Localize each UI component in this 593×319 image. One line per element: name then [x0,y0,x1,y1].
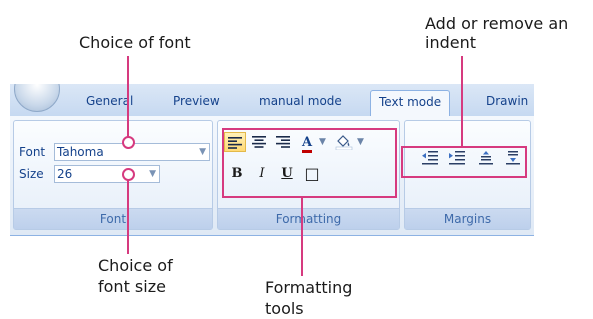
callout-marker-font [122,136,135,149]
ribbon-tab-bar: General Preview manual mode Text mode Dr… [10,84,534,117]
font-select-value: Tahoma [57,145,104,159]
size-label: Size [19,167,44,181]
group-formatting-label: Formatting [218,208,399,229]
chevron-down-icon[interactable]: ▼ [199,144,206,160]
callout-box-formatting [222,128,397,198]
callout-line-formatting [301,198,303,276]
callout-choice-of-font-size-line1: Choice of [98,256,173,275]
callout-line-font-size [127,179,129,254]
tab-text-mode[interactable]: Text mode [370,90,451,116]
group-margins-label: Margins [405,208,530,229]
callout-choice-of-font-size-line2: font size [98,277,166,296]
group-font-label: Font [14,208,212,229]
callout-formatting-tools-line2: tools [265,299,304,318]
tab-preview[interactable]: Preview [173,94,220,108]
tab-manual-mode[interactable]: manual mode [259,94,342,108]
callout-box-margins [401,146,527,178]
callout-line-font [127,56,129,138]
callout-add-remove-indent-line1: Add or remove an [425,14,569,33]
chevron-down-icon[interactable]: ▼ [149,166,156,182]
callout-formatting-tools-line1: Formatting [265,278,353,297]
callout-choice-of-font: Choice of font [79,33,191,52]
callout-line-indent [461,56,463,146]
group-font: Font Tahoma ▼ Size 26 ▼ Font [13,120,213,230]
font-size-select[interactable]: 26 ▼ [54,165,160,183]
tab-drawing[interactable]: Drawin [486,94,528,108]
font-label: Font [19,145,46,159]
font-size-select-value: 26 [57,167,73,181]
callout-add-remove-indent-line2: indent [425,33,476,52]
application-orb-icon[interactable] [14,84,60,112]
